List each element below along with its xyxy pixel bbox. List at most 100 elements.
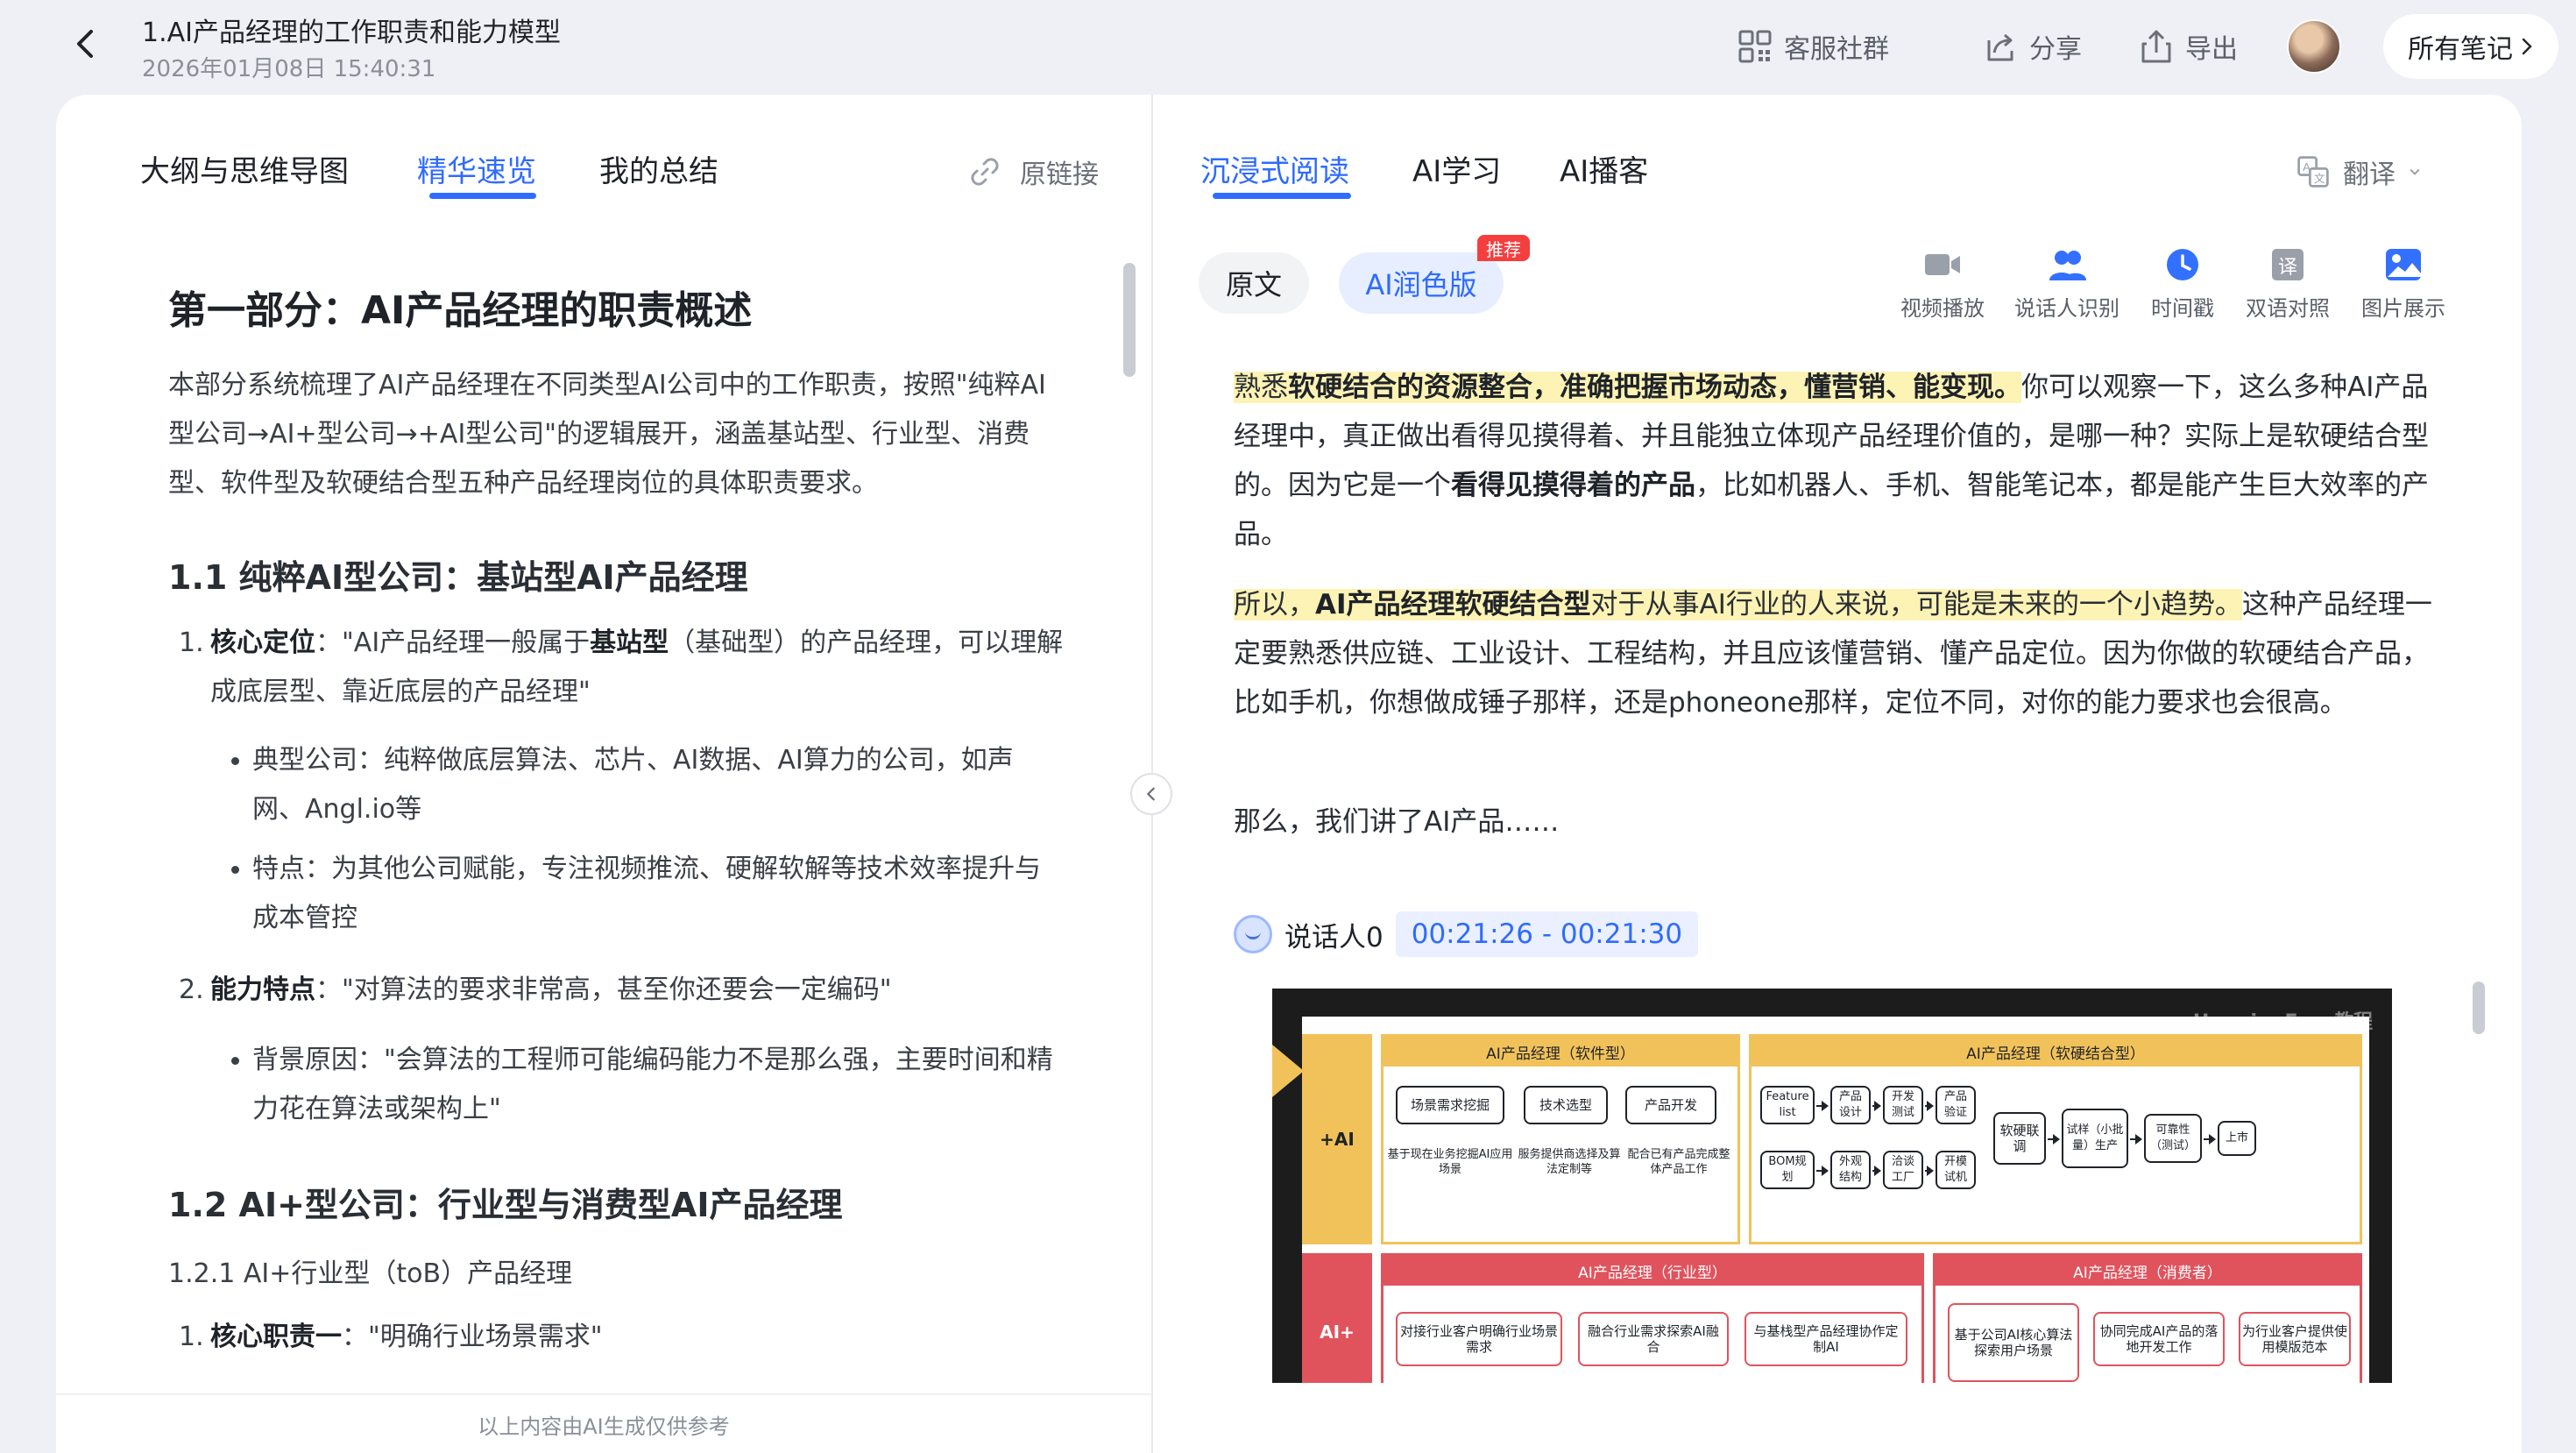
list-item-2: 2. 能力特点："对算法的要求非常高，甚至你还要会一定编码" — [179, 975, 892, 1005]
collapse-panel-button[interactable] — [1130, 773, 1172, 815]
industry-node: 融合行业需求探索AI融合 — [1578, 1312, 1729, 1366]
hw-node: 软硬联调 — [1993, 1112, 2046, 1165]
active-tab-indicator-right — [1213, 193, 1351, 199]
export-label: 导出 — [2185, 34, 2238, 65]
customer-group-label: 客服社群 — [1784, 34, 1889, 65]
bilingual-icon: 译 — [2272, 249, 2304, 280]
sw-caption: 服务提供商选择及算法定制等 — [1518, 1148, 1621, 1176]
hw-node: BOM规划 — [1760, 1151, 1815, 1189]
active-tab-indicator — [429, 193, 536, 199]
speaker-avatar-icon — [1234, 915, 1272, 953]
reading-paragraph-2: 所以，AI产品经理软硬结合型对于从事AI行业的人来说，可能是未来的一个小趋势。这… — [1234, 589, 2432, 719]
svg-text:文: 文 — [2314, 172, 2325, 185]
subsection-1-2-title: 1.2 AI+型公司：行业型与消费型AI产品经理 — [168, 1186, 843, 1224]
user-avatar[interactable] — [2287, 19, 2341, 74]
all-notes-label: 所有笔记 — [2408, 34, 2513, 65]
sw-node: 技术选型 — [1524, 1086, 1608, 1124]
tool-video-play[interactable]: 视频播放 — [1886, 247, 1999, 322]
sw-caption: 配合已有产品完成整体产品工作 — [1627, 1148, 1730, 1176]
chevron-left-icon — [1146, 787, 1155, 801]
intro-paragraph: 本部分系统梳理了AI产品经理在不同类型AI公司中的工作职责，按照"纯粹AI型公司… — [168, 370, 1046, 499]
tab-my-summary[interactable]: 我的总结 — [599, 147, 718, 190]
tab-outline-mindmap[interactable]: 大纲与思维导图 — [140, 147, 349, 190]
consumer-node: 协同完成AI产品的落地开发工作 — [2093, 1312, 2225, 1366]
hw-node: 产品验证 — [1936, 1086, 1976, 1124]
industry-node: 与基栈型产品经理协作定制AI — [1744, 1312, 1907, 1366]
speaker-id-icon — [2049, 251, 2086, 280]
chevron-right-icon — [2522, 38, 2532, 55]
chevron-down-icon — [2410, 168, 2420, 175]
list-item-1: 1. 核心定位："AI产品经理一般属于基站型（基础型）的产品经理，可以理解成底层型… — [179, 627, 1064, 707]
export-button[interactable]: 导出 — [2138, 25, 2238, 68]
reading-paragraph-3: 那么，我们讲了AI产品…… — [1234, 806, 1560, 838]
hw-node: 开模试机 — [1936, 1151, 1976, 1189]
share-button[interactable]: 分享 — [1982, 25, 2082, 68]
tab-immersive-reading[interactable]: 沉浸式阅读 — [1200, 147, 1349, 190]
list-item-2-label: 能力特点 — [210, 975, 315, 1005]
tab-highlights[interactable]: 精华速览 — [417, 147, 536, 190]
software-pm-box: AI产品经理（软件型） 场景需求挖掘 技术选型 产品开发 基于现在业务挖掘AI应… — [1381, 1034, 1740, 1244]
industry-pm-box: AI产品经理（行业型） 对接行业客户明确行业场景需求 融合行业需求探索AI融合 … — [1381, 1253, 1924, 1383]
recommended-badge: 推荐 — [1477, 235, 1530, 261]
original-text-toggle[interactable]: 原文 — [1199, 252, 1309, 314]
video-watermark: HuggingFace教程 — [2192, 1011, 2373, 1033]
translate-button[interactable]: A 文 翻译 — [2296, 152, 2422, 191]
timestamp-link[interactable]: 00:21:26 - 00:21:30 — [1395, 911, 1699, 957]
tool-image-display[interactable]: 图片展示 — [2346, 247, 2460, 322]
list-item-3-label: 核心职责一 — [210, 1322, 342, 1352]
customer-group-button[interactable]: 客服社群 — [1737, 25, 1889, 68]
subsection-1-1-title: 1.1 纯粹AI型公司：基站型AI产品经理 — [168, 558, 748, 597]
hw-node: 开发测试 — [1883, 1086, 1923, 1124]
ai-plus-label: AI+ — [1302, 1253, 1372, 1383]
sw-node: 产品开发 — [1625, 1086, 1716, 1124]
hw-node: 洽谈工厂 — [1883, 1151, 1923, 1189]
list-item-1-label: 核心定位 — [210, 627, 315, 658]
svg-text:译: 译 — [2278, 257, 2297, 279]
clock-icon — [2167, 249, 2198, 280]
speaker-name: 说话人0 — [1284, 921, 1384, 953]
speaker-row: 说话人0 00:21:26 - 00:21:30 — [1234, 911, 1699, 957]
consumer-node: 基于公司AI核心算法探索用户场景 — [1948, 1303, 2079, 1382]
svg-text:A: A — [2303, 160, 2311, 174]
tool-timestamp[interactable]: 时间戳 — [2126, 247, 2240, 322]
industry-node: 对接行业客户明确行业场景需求 — [1396, 1312, 1562, 1366]
slide-arrow-decoration — [1272, 1045, 1304, 1097]
left-scrollbar[interactable] — [1123, 263, 1136, 377]
consumer-node: 为行业客户提供使用模版范本 — [2239, 1312, 2351, 1366]
right-scrollbar[interactable] — [2473, 982, 2485, 1034]
share-label: 分享 — [2029, 34, 2082, 65]
original-link-button[interactable]: 原链接 — [967, 152, 1099, 191]
subsection-1-2-1-title: 1.2.1 AI+行业型（toB）产品经理 — [168, 1258, 573, 1289]
hw-node: 产品设计 — [1830, 1086, 1871, 1124]
translate-label: 翻译 — [2343, 159, 2396, 190]
all-notes-button[interactable]: 所有笔记 — [2383, 14, 2558, 79]
hardware-pm-box: AI产品经理（软硬结合型） Feature list 产品设计 开发测试 产品验… — [1749, 1034, 2362, 1244]
hw-node: 试样（小批量）生产 — [2062, 1109, 2128, 1168]
sw-node: 场景需求挖掘 — [1396, 1086, 1504, 1124]
link-icon — [971, 158, 999, 186]
bullet-features: 特点：为其他公司赋能，专注视频推流、硬解软解等技术效率提升与成本管控 — [231, 845, 1064, 943]
bullet-typical-companies: 典型公司：纯粹做底层算法、芯片、AI数据、AI算力的公司，如声网、Angl.io… — [231, 736, 1064, 834]
document-datetime: 2026年01月08日 15:40:31 — [142, 56, 436, 82]
slide-image[interactable]: +AI AI+ AI产品经理（软件型） 场景需求挖掘 技术选型 产品开发 基于现… — [1272, 989, 2392, 1383]
tool-bilingual[interactable]: 译 双语对照 — [2231, 247, 2345, 322]
ai-disclaimer: 以上内容由AI生成仅供参考 — [56, 1393, 1151, 1453]
tab-ai-learning[interactable]: AI学习 — [1412, 147, 1501, 190]
reading-paragraph-1: 熟悉软硬结合的资源整合，准确把握市场动态，懂营销、能变现。你可以观察一下，这么多… — [1234, 372, 2429, 550]
translate-icon: A 文 — [2297, 156, 2329, 188]
top-bar: 1.AI产品经理的工作职责和能力模型 2026年01月08日 15:40:31 … — [0, 0, 2576, 96]
list-item-3: 1. 核心职责一："明确行业场景需求" — [179, 1322, 603, 1352]
back-button[interactable] — [67, 25, 105, 63]
tab-ai-podcast[interactable]: AI播客 — [1560, 147, 1648, 190]
image-icon — [2386, 249, 2421, 280]
hw-node: Feature list — [1760, 1086, 1815, 1124]
qr-code-icon — [1738, 30, 1772, 63]
slide-canvas: +AI AI+ AI产品经理（软件型） 场景需求挖掘 技术选型 产品开发 基于现… — [1302, 1017, 2369, 1383]
tool-speaker-id[interactable]: 说话人识别 — [2010, 247, 2124, 322]
video-icon — [1925, 254, 1960, 275]
share-icon — [1987, 33, 2013, 61]
ai-polished-toggle[interactable]: AI润色版 — [1339, 252, 1504, 314]
chevron-left-icon — [77, 30, 93, 58]
bullet-background: 背景原因："会算法的工程师可能编码能力不是那么强，主要时间和精力花在算法或架构上… — [231, 1036, 1064, 1134]
hw-node: 可靠性（测试） — [2144, 1114, 2202, 1163]
